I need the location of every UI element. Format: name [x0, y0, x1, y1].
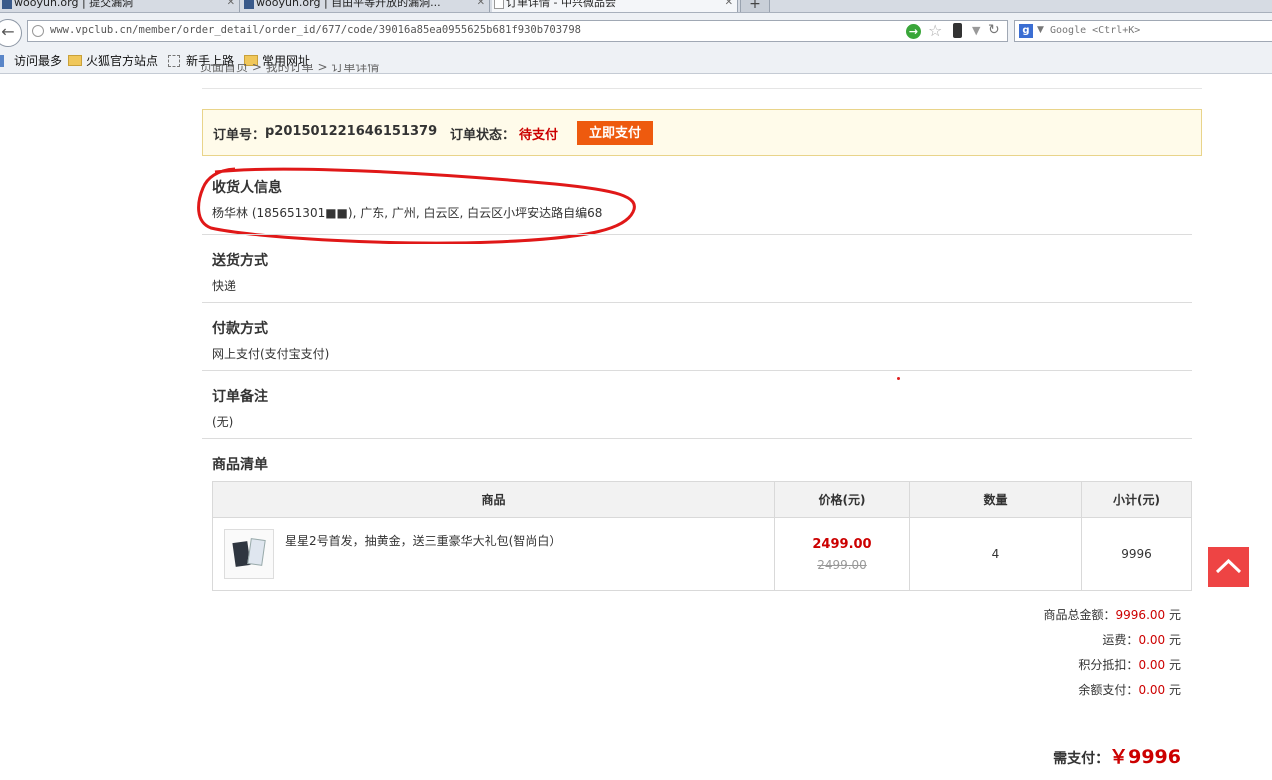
points-row: 积分抵扣：0.00 元	[1078, 656, 1181, 673]
points-value: 0.00	[1138, 658, 1166, 672]
breadcrumb-clip: 页面首页 > 我的订单 > 订单详情	[200, 64, 500, 74]
balance-row: 余额支付：0.00 元	[1078, 681, 1181, 698]
shipping-label: 运费：	[1102, 633, 1139, 647]
product-price: 2499.00	[812, 536, 872, 552]
column-header-subtotal: 小计(元)	[1081, 481, 1192, 518]
currency-unit: 元	[1168, 608, 1181, 622]
tab-title: wooyun.org | 提交漏洞	[14, 0, 134, 9]
tab-close-icon[interactable]: ✕	[477, 0, 485, 10]
history-dropdown-icon[interactable]: ▼	[972, 24, 980, 37]
currency-unit: 元	[1168, 658, 1181, 672]
url-text[interactable]: www.vpclub.cn/member/order_detail/order_…	[50, 24, 581, 36]
points-label: 积分抵扣：	[1078, 658, 1139, 672]
column-header-price: 价格(元)	[774, 481, 910, 518]
address-bar[interactable]: www.vpclub.cn/member/order_detail/order_…	[27, 20, 1008, 42]
receiver-title: 收货人信息	[212, 180, 282, 196]
divider	[202, 234, 1192, 235]
search-box[interactable]: g ▼ Google <Ctrl+K>	[1014, 20, 1272, 42]
tab-title: wooyun.org | 自由平等开放的漏洞...	[256, 0, 441, 9]
order-number-label: 订单号：	[213, 128, 266, 143]
divider	[202, 370, 1192, 371]
divider	[202, 88, 1202, 89]
goods-table: 商品 价格(元) 数量 小计(元) 星星2号首发，抽黄金，送三重豪华大礼包(智尚…	[212, 481, 1192, 591]
currency-unit: 元	[1168, 633, 1181, 647]
pay-now-button[interactable]: 立即支付	[577, 121, 653, 145]
red-dot-mark	[897, 377, 900, 380]
balance-value: 0.00	[1138, 683, 1166, 697]
goods-cell: 星星2号首发，抽黄金，送三重豪华大礼包(智尚白）	[212, 517, 775, 591]
tab-favicon-icon	[2, 0, 12, 9]
goods-total-label: 商品总金额：	[1043, 608, 1116, 622]
tab-page-icon	[494, 0, 504, 9]
divider	[202, 438, 1192, 439]
back-to-top-button[interactable]	[1208, 547, 1249, 587]
page-icon	[168, 55, 180, 67]
goods-total-value: 9996.00	[1115, 608, 1166, 622]
new-tab-button[interactable]: +	[740, 0, 770, 12]
bookmark-label: 访问最多	[14, 54, 63, 68]
browser-tab-wooyun-submit[interactable]: wooyun.org | 提交漏洞 ✕	[0, 0, 240, 12]
bookmarks-toolbar: 访问最多 火狐官方站点 新手上路 常用网址	[0, 49, 1272, 74]
amount-due: 需支付：￥9996	[1053, 742, 1181, 769]
divider	[202, 302, 1192, 303]
subtotal-cell: 9996	[1081, 517, 1192, 591]
delivery-value: 快递	[212, 279, 237, 293]
goods-total-row: 商品总金额：9996.00 元	[1044, 606, 1181, 623]
browser-tab-wooyun-home[interactable]: wooyun.org | 自由平等开放的漏洞... ✕	[242, 0, 490, 12]
delivery-title: 送货方式	[212, 253, 268, 269]
shipping-row: 运费：0.00 元	[1102, 631, 1181, 648]
product-original-price: 2499.00	[817, 557, 867, 572]
bookmark-star-icon[interactable]: ☆	[928, 22, 942, 40]
payment-value: 网上支付(支付宝支付)	[212, 347, 330, 361]
search-placeholder[interactable]: Google <Ctrl+K>	[1050, 25, 1140, 36]
google-engine-icon[interactable]: g	[1019, 24, 1033, 38]
price-cell: 2499.00 2499.00	[774, 517, 910, 591]
tab-close-icon[interactable]: ✕	[227, 0, 235, 10]
table-header-row: 商品 价格(元) 数量 小计(元)	[212, 481, 1192, 518]
engine-dropdown-icon[interactable]: ▼	[1037, 25, 1044, 35]
product-thumbnail[interactable]	[224, 529, 274, 579]
chevron-up-icon	[1215, 558, 1242, 574]
go-arrow-icon[interactable]: →	[906, 24, 921, 39]
tab-close-icon[interactable]: ✕	[725, 0, 733, 10]
quantity-cell: 4	[909, 517, 1082, 591]
site-identity-icon[interactable]	[32, 25, 44, 37]
table-row: 星星2号首发，抽黄金，送三重豪华大礼包(智尚白） 2499.00 2499.00…	[212, 517, 1192, 591]
goods-title: 商品清单	[212, 457, 268, 473]
back-button[interactable]: ←	[0, 19, 22, 47]
browser-tab-bar: wooyun.org | 提交漏洞 ✕ wooyun.org | 自由平等开放的…	[0, 0, 1272, 13]
reload-icon[interactable]: ↻	[988, 22, 1000, 38]
receiver-value: 杨华林 (185651301■■), 广东, 广州, 白云区, 白云区小坪安达路…	[212, 206, 603, 220]
phone-image-icon	[247, 538, 266, 566]
order-status-label: 订单状态：	[450, 128, 516, 143]
product-name-link[interactable]: 星星2号首发，抽黄金，送三重豪华大礼包(智尚白）	[285, 532, 561, 549]
bookmark-most-visited[interactable]: 访问最多	[0, 52, 62, 70]
currency-unit: 元	[1168, 683, 1181, 697]
browser-nav-bar: ← www.vpclub.cn/member/order_detail/orde…	[0, 13, 1272, 49]
tab-favicon-icon	[244, 0, 254, 9]
bookmark-label: 火狐官方站点	[86, 54, 159, 68]
order-status: 待支付	[519, 128, 559, 143]
mobile-device-icon[interactable]	[953, 23, 962, 38]
amount-due-value: ￥9996	[1109, 746, 1181, 768]
payment-title: 付款方式	[212, 321, 268, 337]
amount-due-label: 需支付：	[1053, 751, 1110, 767]
remark-title: 订单备注	[212, 389, 268, 405]
most-visited-icon	[0, 55, 4, 67]
folder-icon	[68, 55, 82, 66]
order-number: p201501221646151379	[265, 124, 438, 139]
breadcrumb[interactable]: 页面首页 > 我的订单 > 订单详情	[200, 64, 379, 74]
bookmark-firefox-site[interactable]: 火狐官方站点	[68, 52, 158, 70]
back-arrow-icon: ←	[1, 22, 15, 41]
shipping-value: 0.00	[1138, 633, 1166, 647]
tab-title: 订单详情 - 中兴微品会	[506, 0, 616, 9]
column-header-quantity: 数量	[909, 481, 1082, 518]
balance-label: 余额支付：	[1078, 683, 1139, 697]
column-header-goods: 商品	[212, 481, 775, 518]
order-status-bar: 订单号： p201501221646151379 订单状态： 待支付 立即支付	[202, 109, 1202, 156]
browser-tab-order-detail[interactable]: 订单详情 - 中兴微品会 ✕	[492, 0, 738, 12]
remark-value: (无)	[212, 415, 234, 429]
